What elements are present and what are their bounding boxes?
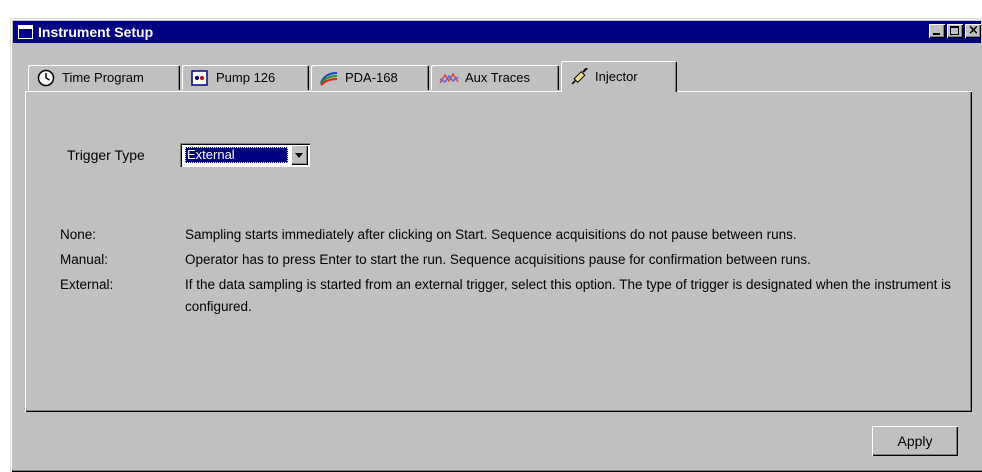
tab-time-program[interactable]: Time Program	[28, 65, 180, 90]
description-key: None:	[60, 227, 97, 242]
apply-button[interactable]: Apply	[872, 426, 958, 456]
description-text: Operator has to press Enter to start the…	[185, 252, 811, 267]
spectrum-icon	[319, 69, 339, 87]
description-key: External:	[60, 277, 114, 292]
tab-label: Aux Traces	[465, 70, 531, 85]
tab-aux-traces[interactable]: Aux Traces	[431, 65, 559, 90]
description-text: Sampling starts immediately after clicki…	[185, 227, 797, 242]
window-title: Instrument Setup	[38, 24, 154, 40]
close-button[interactable]: ×	[965, 23, 981, 38]
tab-injector[interactable]: Injector	[561, 61, 677, 92]
window-controls: ×	[927, 23, 981, 40]
title-bar[interactable]: Instrument Setup ×	[13, 21, 981, 43]
description-key: Manual:	[60, 252, 109, 267]
maximize-button[interactable]	[947, 24, 963, 38]
minimize-button[interactable]	[929, 24, 945, 38]
tab-label: Injector	[595, 69, 638, 84]
tab-pump-126[interactable]: Pump 126	[182, 65, 309, 90]
injector-panel: Trigger Type External None: Sampling sta…	[25, 91, 972, 412]
description-text: If the data sampling is started from an …	[185, 277, 951, 314]
tab-label: Time Program	[62, 70, 144, 85]
syringe-icon	[569, 66, 589, 86]
trigger-type-value: External	[185, 147, 288, 163]
clock-icon	[36, 69, 56, 87]
chevron-down-icon[interactable]	[291, 145, 308, 165]
tab-label: Pump 126	[216, 70, 276, 85]
aux-traces-icon	[439, 69, 459, 87]
trigger-type-label: Trigger Type	[67, 147, 145, 163]
tab-pda-168[interactable]: PDA-168	[311, 65, 429, 90]
pump-icon	[190, 69, 210, 87]
tab-label: PDA-168	[345, 70, 398, 85]
instrument-setup-window: Instrument Setup × Time Program Pump 126…	[10, 18, 982, 472]
window-icon	[18, 25, 33, 39]
trigger-type-select[interactable]: External	[180, 143, 310, 167]
close-icon: ×	[968, 23, 979, 38]
